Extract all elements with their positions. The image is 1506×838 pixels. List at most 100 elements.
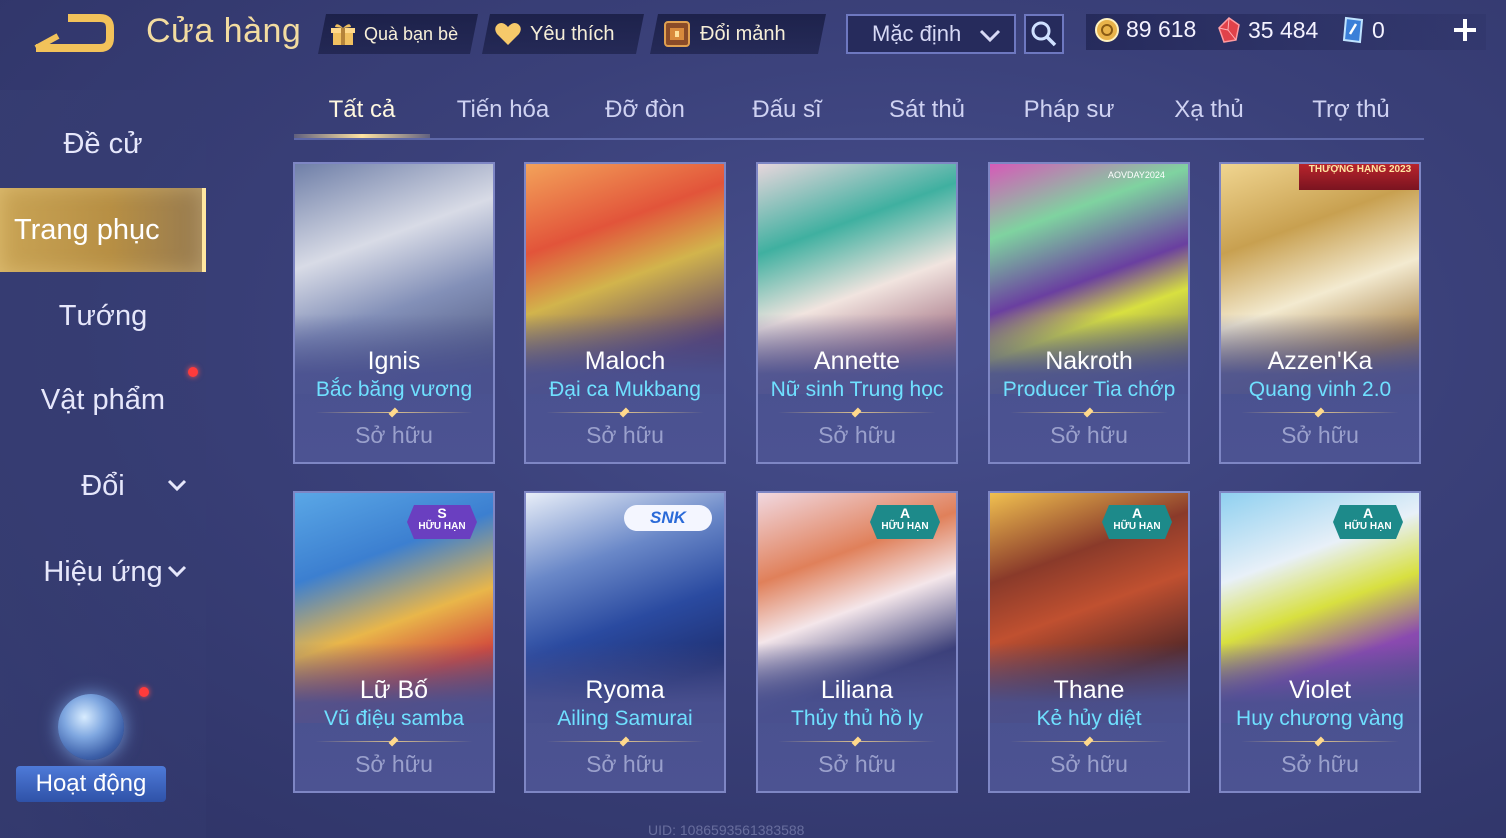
skin-name: Kẻ hủy diệt bbox=[1036, 707, 1142, 730]
skin-name: Thủy thủ hồ ly bbox=[791, 707, 923, 730]
hero-name: Liliana bbox=[820, 676, 894, 704]
exchange-shards-button[interactable]: Đổi mảnh bbox=[650, 14, 826, 54]
skin-card[interactable]: A HỮU HẠN Thane Kẻ hủy diệt Sở hữu bbox=[988, 491, 1190, 793]
chevron-down-icon bbox=[979, 29, 1001, 43]
hero-name: Azzen'Ka bbox=[1267, 347, 1373, 375]
sidebar-item-label: Vật phẩm bbox=[40, 383, 166, 416]
sidebar-item-label: Trang phục bbox=[14, 213, 160, 246]
voucher-icon bbox=[1342, 16, 1364, 44]
sidebar-item-label: Hiệu ứng bbox=[43, 555, 163, 588]
tab-marksman[interactable]: Xạ thủ bbox=[1142, 88, 1276, 136]
red-gem-icon bbox=[1218, 17, 1240, 43]
skin-card[interactable]: Ignis Bắc băng vương Sở hữu bbox=[293, 162, 495, 464]
owned-status: Sở hữu bbox=[1050, 751, 1128, 777]
chevron-down-icon bbox=[167, 479, 187, 492]
currency-bar: 89 618 35 484 0 bbox=[1086, 14, 1486, 50]
gold-balance: 89 618 bbox=[1094, 16, 1196, 43]
skin-card[interactable]: AOVDAY2024 Nakroth Producer Tia chớp Sở … bbox=[988, 162, 1190, 464]
voucher-balance: 0 bbox=[1340, 16, 1385, 44]
owned-status: Sở hữu bbox=[355, 751, 433, 777]
role-tabs: Tất cả Tiến hóa Đỡ đòn Đấu sĩ Sát thủ Ph… bbox=[294, 88, 1424, 140]
hero-name: Ryoma bbox=[585, 676, 665, 704]
user-id-watermark: UID: 1086593561383588 bbox=[648, 822, 805, 838]
sort-dropdown[interactable]: Mặc định bbox=[846, 14, 1016, 54]
tab-mage[interactable]: Pháp sư bbox=[1002, 88, 1136, 136]
sidebar-item-effects[interactable]: Hiệu ứng bbox=[0, 532, 206, 612]
notification-dot bbox=[188, 367, 198, 377]
gem-balance: 35 484 bbox=[1216, 16, 1318, 44]
tab-support[interactable]: Trợ thủ bbox=[1284, 88, 1418, 136]
owned-status: Sở hữu bbox=[355, 422, 433, 448]
sort-dropdown-value: Mặc định bbox=[872, 21, 962, 46]
gem-amount: 35 484 bbox=[1248, 16, 1319, 43]
back-arrow-icon bbox=[34, 14, 114, 52]
favorites-button[interactable]: Yêu thích bbox=[482, 14, 644, 54]
sidebar-item-label: Đề cử bbox=[63, 127, 143, 160]
collab-badge: SNK bbox=[624, 505, 712, 531]
owned-status: Sở hữu bbox=[586, 751, 664, 777]
sidebar-item-label: Tướng bbox=[58, 299, 148, 332]
owned-status: Sở hữu bbox=[1281, 751, 1359, 777]
skin-card[interactable]: S HỮU HẠN Lữ Bố Vũ điệu samba Sở hữu bbox=[293, 491, 495, 793]
skin-card[interactable]: A HỮU HẠN Violet Huy chương vàng Sở hữu bbox=[1219, 491, 1421, 793]
chest-icon bbox=[662, 19, 692, 49]
exchange-shards-label: Đổi mảnh bbox=[700, 22, 786, 45]
tab-fighter[interactable]: Đấu sĩ bbox=[720, 88, 854, 136]
friend-gift-button[interactable]: Quà bạn bè bbox=[318, 14, 478, 54]
tab-evolution[interactable]: Tiến hóa bbox=[436, 88, 570, 136]
hero-name: Thane bbox=[1053, 676, 1125, 704]
page-title: Cửa hàng bbox=[146, 12, 302, 50]
skin-name: Producer Tia chớp bbox=[1002, 378, 1176, 401]
sidebar-item-items[interactable]: Vật phẩm bbox=[0, 360, 206, 440]
skin-card[interactable]: THƯỢNG HẠNG 2023 Azzen'Ka Quang vinh 2.0… bbox=[1219, 162, 1421, 464]
skin-card[interactable]: A HỮU HẠN Liliana Thủy thủ hồ ly Sở hữu bbox=[756, 491, 958, 793]
tab-assassin[interactable]: Sát thủ bbox=[860, 88, 994, 136]
search-button[interactable] bbox=[1024, 14, 1064, 54]
skin-name: Quang vinh 2.0 bbox=[1248, 378, 1392, 401]
sidebar-item-heroes[interactable]: Tướng bbox=[0, 276, 206, 356]
hero-name: Violet bbox=[1288, 676, 1352, 704]
gold-coin-icon bbox=[1095, 17, 1119, 42]
tab-tank[interactable]: Đỡ đòn bbox=[578, 88, 712, 136]
chevron-down-icon bbox=[167, 565, 187, 578]
skin-card[interactable]: Maloch Đại ca Mukbang Sở hữu bbox=[524, 162, 726, 464]
skin-card[interactable]: SNK Ryoma Ailing Samurai Sở hữu bbox=[524, 491, 726, 793]
owned-status: Sở hữu bbox=[818, 422, 896, 448]
limited-badge: A HỮU HẠN bbox=[1333, 505, 1403, 539]
owned-status: Sở hữu bbox=[1050, 422, 1128, 448]
sidebar-item-exchange[interactable]: Đổi bbox=[0, 446, 206, 526]
back-button[interactable] bbox=[32, 12, 114, 54]
activity-button[interactable]: Hoạt động bbox=[16, 690, 166, 810]
activity-label: Hoạt động bbox=[16, 766, 166, 802]
search-icon bbox=[1031, 21, 1057, 47]
limited-badge: S HỮU HẠN bbox=[407, 505, 477, 539]
owned-status: Sở hữu bbox=[818, 751, 896, 777]
skin-name: Bắc băng vương bbox=[315, 378, 473, 401]
active-tab-indicator bbox=[294, 134, 430, 138]
voucher-amount: 0 bbox=[1372, 16, 1385, 43]
gift-icon bbox=[330, 21, 356, 47]
skin-name: Ailing Samurai bbox=[557, 707, 693, 730]
sidebar-item-label: Đổi bbox=[81, 469, 125, 502]
skin-name: Vũ điệu samba bbox=[323, 707, 465, 730]
sidebar-item-recommended[interactable]: Đề cử bbox=[0, 104, 206, 184]
event-tag: AOVDAY2024 bbox=[1108, 170, 1165, 180]
hero-name: Annette bbox=[813, 347, 901, 375]
gold-amount: 89 618 bbox=[1126, 16, 1197, 42]
tab-all[interactable]: Tất cả bbox=[294, 88, 430, 136]
owned-status: Sở hữu bbox=[1281, 422, 1359, 448]
hero-name: Lữ Bố bbox=[359, 676, 429, 704]
skin-name: Đại ca Mukbang bbox=[549, 378, 701, 401]
add-currency-button[interactable] bbox=[1450, 16, 1480, 46]
hero-name: Ignis bbox=[367, 347, 421, 375]
owned-status: Sở hữu bbox=[586, 422, 664, 448]
sidebar-item-costumes[interactable]: Trang phục bbox=[0, 188, 206, 272]
skin-card[interactable]: Annette Nữ sinh Trung học Sở hữu bbox=[756, 162, 958, 464]
friend-gift-label: Quà bạn bè bbox=[364, 23, 459, 44]
limited-badge: A HỮU HẠN bbox=[870, 505, 940, 539]
skin-name: Huy chương vàng bbox=[1236, 707, 1404, 730]
limited-badge: A HỮU HẠN bbox=[1102, 505, 1172, 539]
favorites-label: Yêu thích bbox=[530, 22, 615, 45]
plus-icon bbox=[1454, 19, 1476, 41]
hero-name: Nakroth bbox=[1045, 347, 1133, 375]
